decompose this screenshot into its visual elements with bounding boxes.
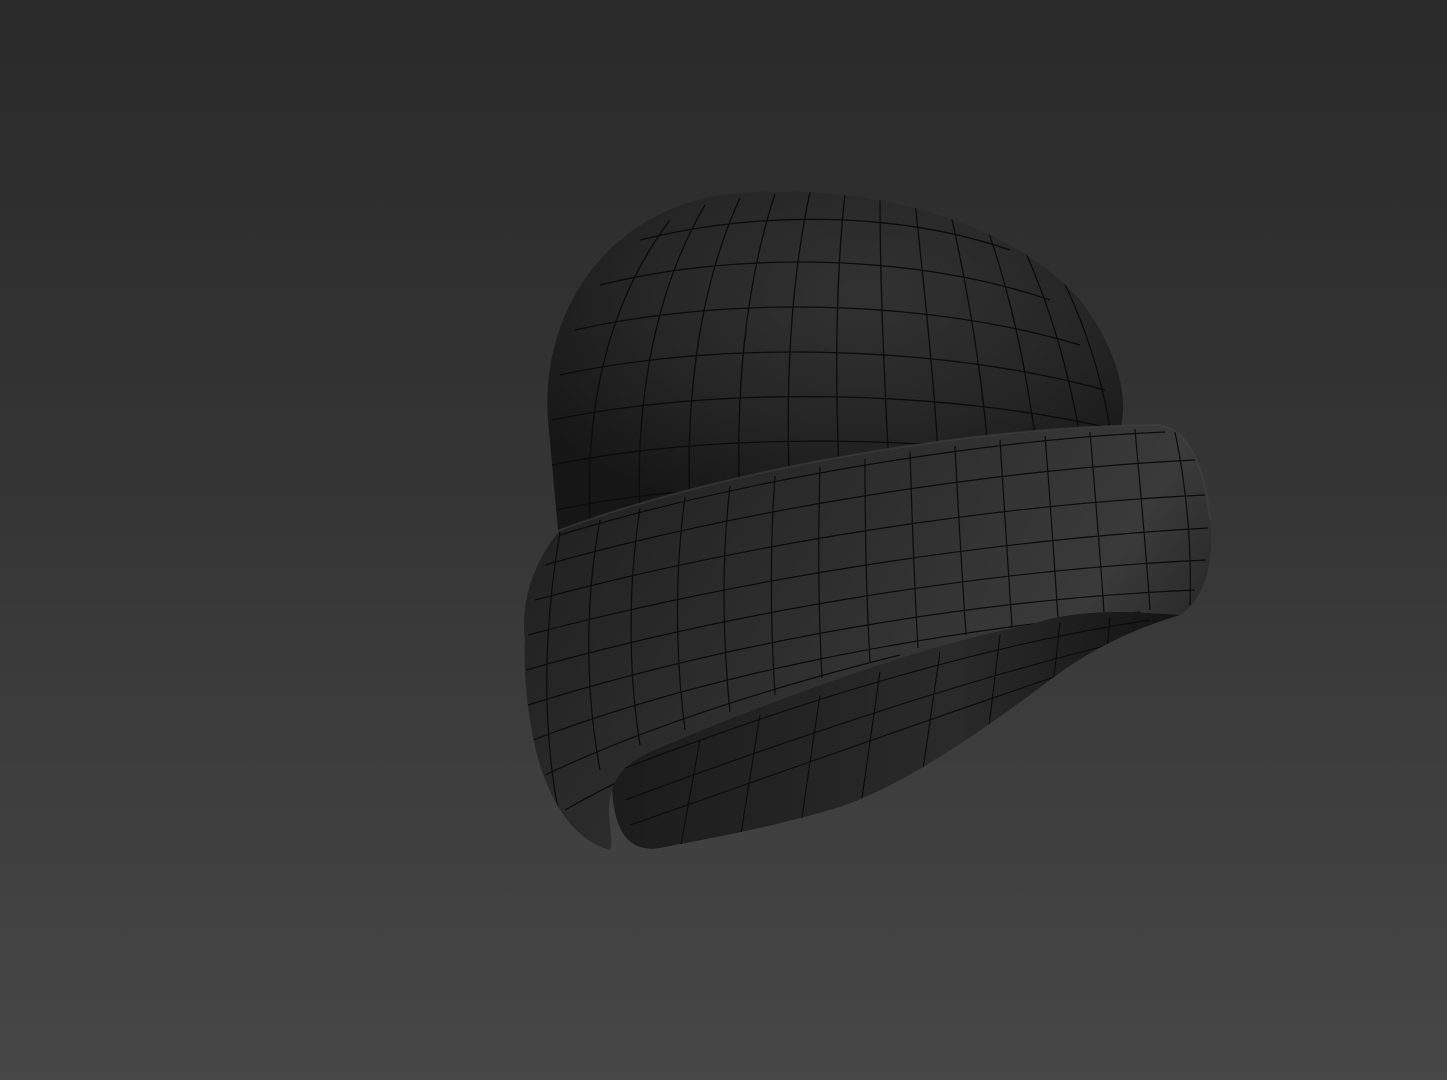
beanie-render [524,191,1212,850]
3d-viewport[interactable] [0,0,1447,1080]
